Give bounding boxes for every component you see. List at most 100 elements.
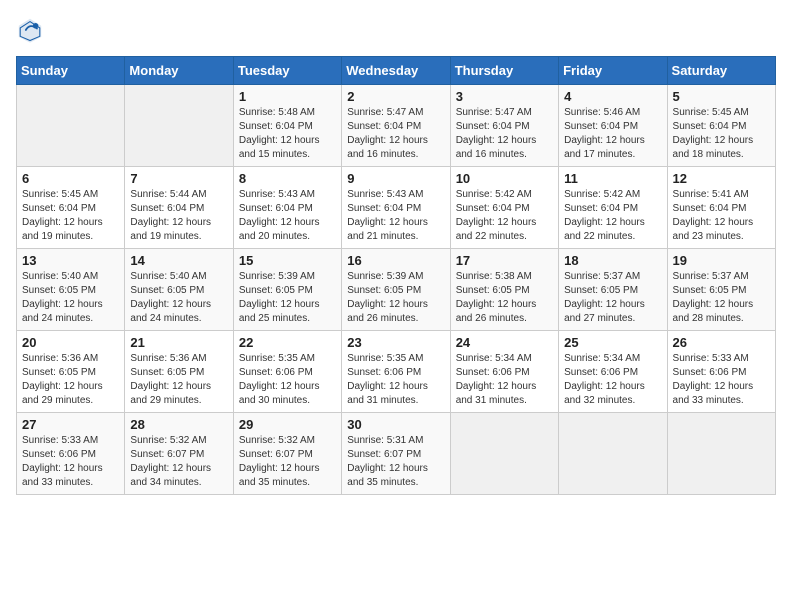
cell-content: Sunrise: 5:42 AMSunset: 6:04 PMDaylight:…: [456, 188, 553, 244]
calendar-week-5: 27 Sunrise: 5:33 AMSunset: 6:06 PMDayligh…: [17, 413, 776, 495]
cell-content: Sunrise: 5:34 AMSunset: 6:06 PMDaylight:…: [456, 352, 553, 408]
cell-content: Sunrise: 5:45 AMSunset: 6:04 PMDaylight:…: [22, 188, 119, 244]
calendar-cell: 6 Sunrise: 5:45 AMSunset: 6:04 PMDaylight…: [17, 167, 125, 249]
cell-content: Sunrise: 5:41 AMSunset: 6:04 PMDaylight:…: [673, 188, 770, 244]
calendar-cell: 1 Sunrise: 5:48 AMSunset: 6:04 PMDaylight…: [233, 85, 341, 167]
calendar-cell: [667, 413, 775, 495]
calendar-week-1: 1 Sunrise: 5:48 AMSunset: 6:04 PMDaylight…: [17, 85, 776, 167]
cell-content: Sunrise: 5:40 AMSunset: 6:05 PMDaylight:…: [130, 270, 227, 326]
calendar-cell: 27 Sunrise: 5:33 AMSunset: 6:06 PMDayligh…: [17, 413, 125, 495]
day-number: 11: [564, 171, 661, 186]
calendar-header-saturday: Saturday: [667, 57, 775, 85]
cell-content: Sunrise: 5:35 AMSunset: 6:06 PMDaylight:…: [347, 352, 444, 408]
day-number: 13: [22, 253, 119, 268]
logo-icon: [16, 16, 44, 44]
calendar-cell: 8Sunrise: 5:43 AMSunset: 6:04 PMDaylight…: [233, 167, 341, 249]
day-number: 16: [347, 253, 444, 268]
day-number: 7: [130, 171, 227, 186]
cell-content: Sunrise: 5:39 AMSunset: 6:05 PMDaylight:…: [239, 270, 336, 326]
calendar-cell: 24 Sunrise: 5:34 AMSunset: 6:06 PMDayligh…: [450, 331, 558, 413]
page-header: [16, 16, 776, 44]
cell-content: Sunrise: 5:39 AMSunset: 6:05 PMDaylight:…: [347, 270, 444, 326]
cell-content: Sunrise: 5:36 AMSunset: 6:05 PMDaylight:…: [22, 352, 119, 408]
calendar-cell: 19 Sunrise: 5:37 AMSunset: 6:05 PMDayligh…: [667, 249, 775, 331]
calendar-cell: 13 Sunrise: 5:40 AMSunset: 6:05 PMDayligh…: [17, 249, 125, 331]
day-number: 15: [239, 253, 336, 268]
calendar-header-thursday: Thursday: [450, 57, 558, 85]
calendar-cell: 29 Sunrise: 5:32 AMSunset: 6:07 PMDayligh…: [233, 413, 341, 495]
cell-content: Sunrise: 5:37 AMSunset: 6:05 PMDaylight:…: [564, 270, 661, 326]
logo: [16, 16, 48, 44]
day-number: 19: [673, 253, 770, 268]
cell-content: Sunrise: 5:43 AMSunset: 6:04 PMDaylight:…: [347, 188, 444, 244]
calendar-header-wednesday: Wednesday: [342, 57, 450, 85]
calendar-cell: 16 Sunrise: 5:39 AMSunset: 6:05 PMDayligh…: [342, 249, 450, 331]
calendar-cell: [559, 413, 667, 495]
cell-content: Sunrise: 5:31 AMSunset: 6:07 PMDaylight:…: [347, 434, 444, 490]
cell-content: Sunrise: 5:48 AMSunset: 6:04 PMDaylight:…: [239, 106, 336, 162]
calendar-cell: 23Sunrise: 5:35 AMSunset: 6:06 PMDayligh…: [342, 331, 450, 413]
cell-content: Sunrise: 5:42 AMSunset: 6:04 PMDaylight:…: [564, 188, 661, 244]
cell-content: Sunrise: 5:37 AMSunset: 6:05 PMDaylight:…: [673, 270, 770, 326]
calendar-cell: 10 Sunrise: 5:42 AMSunset: 6:04 PMDayligh…: [450, 167, 558, 249]
cell-content: Sunrise: 5:36 AMSunset: 6:05 PMDaylight:…: [130, 352, 227, 408]
calendar-cell: 18 Sunrise: 5:37 AMSunset: 6:05 PMDayligh…: [559, 249, 667, 331]
calendar-cell: 11 Sunrise: 5:42 AMSunset: 6:04 PMDayligh…: [559, 167, 667, 249]
cell-content: Sunrise: 5:33 AMSunset: 6:06 PMDaylight:…: [22, 434, 119, 490]
day-number: 21: [130, 335, 227, 350]
day-number: 22: [239, 335, 336, 350]
cell-content: Sunrise: 5:38 AMSunset: 6:05 PMDaylight:…: [456, 270, 553, 326]
cell-content: Sunrise: 5:32 AMSunset: 6:07 PMDaylight:…: [130, 434, 227, 490]
day-number: 30: [347, 417, 444, 432]
calendar-cell: 14 Sunrise: 5:40 AMSunset: 6:05 PMDayligh…: [125, 249, 233, 331]
calendar-cell: 17Sunrise: 5:38 AMSunset: 6:05 PMDayligh…: [450, 249, 558, 331]
day-number: 5: [673, 89, 770, 104]
day-number: 1: [239, 89, 336, 104]
day-number: 28: [130, 417, 227, 432]
calendar-week-2: 6 Sunrise: 5:45 AMSunset: 6:04 PMDaylight…: [17, 167, 776, 249]
day-number: 10: [456, 171, 553, 186]
calendar-header-friday: Friday: [559, 57, 667, 85]
cell-content: Sunrise: 5:40 AMSunset: 6:05 PMDaylight:…: [22, 270, 119, 326]
calendar-cell: 30 Sunrise: 5:31 AMSunset: 6:07 PMDayligh…: [342, 413, 450, 495]
calendar-cell: 22 Sunrise: 5:35 AMSunset: 6:06 PMDayligh…: [233, 331, 341, 413]
cell-content: Sunrise: 5:33 AMSunset: 6:06 PMDaylight:…: [673, 352, 770, 408]
day-number: 24: [456, 335, 553, 350]
calendar-cell: 21 Sunrise: 5:36 AMSunset: 6:05 PMDayligh…: [125, 331, 233, 413]
cell-content: Sunrise: 5:46 AMSunset: 6:04 PMDaylight:…: [564, 106, 661, 162]
day-number: 6: [22, 171, 119, 186]
cell-content: Sunrise: 5:32 AMSunset: 6:07 PMDaylight:…: [239, 434, 336, 490]
calendar-cell: 15 Sunrise: 5:39 AMSunset: 6:05 PMDayligh…: [233, 249, 341, 331]
day-number: 27: [22, 417, 119, 432]
day-number: 20: [22, 335, 119, 350]
calendar-cell: [450, 413, 558, 495]
calendar-cell: 12 Sunrise: 5:41 AMSunset: 6:04 PMDayligh…: [667, 167, 775, 249]
day-number: 29: [239, 417, 336, 432]
calendar-cell: 25 Sunrise: 5:34 AMSunset: 6:06 PMDayligh…: [559, 331, 667, 413]
calendar-cell: [125, 85, 233, 167]
calendar-cell: 20 Sunrise: 5:36 AMSunset: 6:05 PMDayligh…: [17, 331, 125, 413]
cell-content: Sunrise: 5:34 AMSunset: 6:06 PMDaylight:…: [564, 352, 661, 408]
cell-content: Sunrise: 5:35 AMSunset: 6:06 PMDaylight:…: [239, 352, 336, 408]
day-number: 14: [130, 253, 227, 268]
calendar-cell: 9 Sunrise: 5:43 AMSunset: 6:04 PMDaylight…: [342, 167, 450, 249]
calendar-cell: 3Sunrise: 5:47 AMSunset: 6:04 PMDaylight…: [450, 85, 558, 167]
cell-content: Sunrise: 5:44 AMSunset: 6:04 PMDaylight:…: [130, 188, 227, 244]
day-number: 2: [347, 89, 444, 104]
calendar-cell: 5Sunrise: 5:45 AMSunset: 6:04 PMDaylight…: [667, 85, 775, 167]
day-number: 3: [456, 89, 553, 104]
day-number: 12: [673, 171, 770, 186]
day-number: 9: [347, 171, 444, 186]
calendar-header-monday: Monday: [125, 57, 233, 85]
calendar-header-sunday: Sunday: [17, 57, 125, 85]
day-number: 18: [564, 253, 661, 268]
calendar-cell: 26Sunrise: 5:33 AMSunset: 6:06 PMDayligh…: [667, 331, 775, 413]
day-number: 25: [564, 335, 661, 350]
calendar-cell: 4 Sunrise: 5:46 AMSunset: 6:04 PMDaylight…: [559, 85, 667, 167]
calendar-header-row: SundayMondayTuesdayWednesdayThursdayFrid…: [17, 57, 776, 85]
day-number: 4: [564, 89, 661, 104]
calendar-cell: 7 Sunrise: 5:44 AMSunset: 6:04 PMDaylight…: [125, 167, 233, 249]
calendar-cell: 2Sunrise: 5:47 AMSunset: 6:04 PMDaylight…: [342, 85, 450, 167]
cell-content: Sunrise: 5:43 AMSunset: 6:04 PMDaylight:…: [239, 188, 336, 244]
calendar-week-3: 13 Sunrise: 5:40 AMSunset: 6:05 PMDayligh…: [17, 249, 776, 331]
